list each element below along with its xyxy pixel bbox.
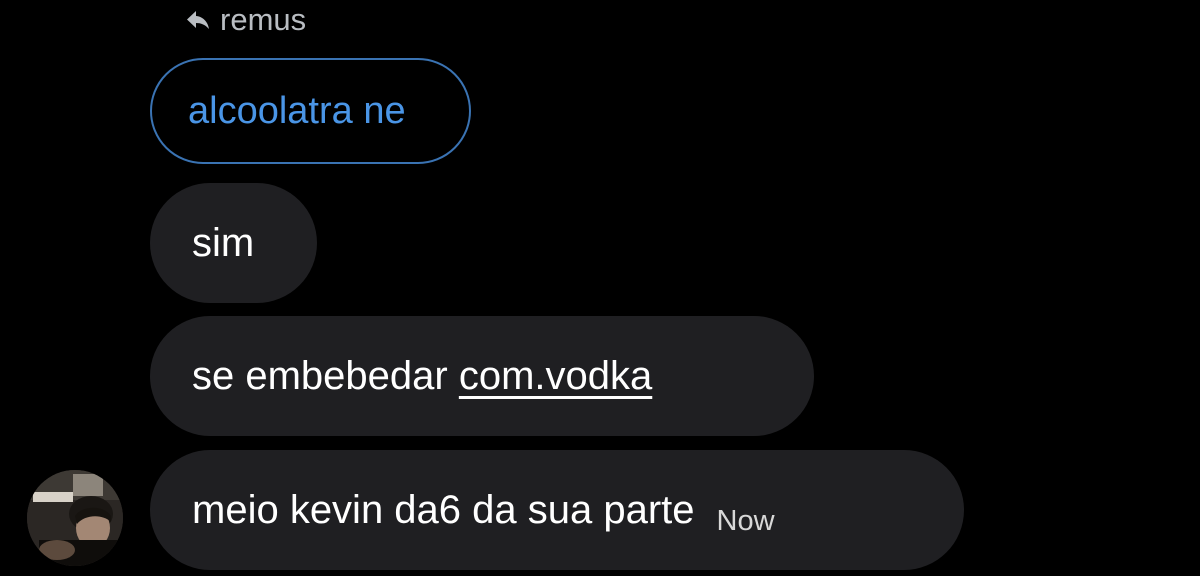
sender-avatar[interactable] [27, 470, 123, 566]
reply-recipient-name: remus [220, 2, 307, 37]
quoted-message-text: alcoolatra ne [188, 89, 406, 132]
message-link[interactable]: com.vodka [459, 354, 652, 399]
reply-indicator: remus [186, 2, 306, 38]
message-text: meio kevin da6 da sua parte [192, 487, 695, 532]
message-text: sim [192, 220, 255, 265]
message-bubble[interactable]: se embebedar com.vodka [150, 316, 814, 436]
message-bubble[interactable]: meio kevin da6 da sua parte Now [150, 450, 964, 570]
avatar-photo [27, 470, 123, 566]
reply-arrow-icon [186, 10, 210, 30]
quoted-message[interactable]: alcoolatra ne [150, 58, 471, 164]
message-timestamp: Now [716, 504, 775, 537]
message-bubble[interactable]: sim [150, 183, 317, 303]
message-text: se embebedar [192, 353, 459, 398]
